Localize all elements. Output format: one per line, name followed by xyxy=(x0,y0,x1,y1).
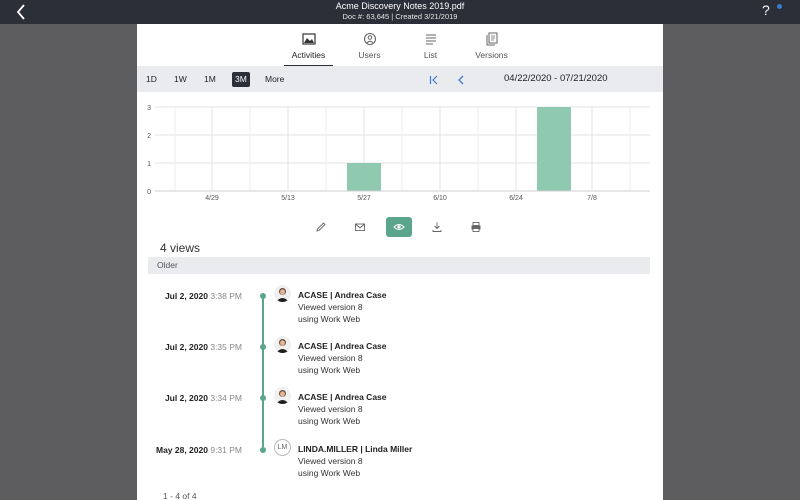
view-filter-button[interactable] xyxy=(386,217,412,237)
avatar xyxy=(274,387,291,404)
tab-users[interactable]: Users xyxy=(346,30,393,66)
pencil-icon xyxy=(316,222,326,232)
list-item: Jul 2, 2020 3:38 PM ACASE | Andrea Case … xyxy=(137,285,663,339)
avatar xyxy=(274,336,291,353)
pagination-label: 1 - 4 of 4 xyxy=(163,491,197,500)
avatar: LM xyxy=(274,439,291,456)
print-icon xyxy=(471,222,481,232)
tab-label: Users xyxy=(358,50,381,60)
list-item: May 28, 2020 9:31 PM LM LINDA.MILLER | L… xyxy=(137,439,663,493)
user-name-link[interactable]: LINDA.MILLER | Linda Miller xyxy=(298,444,412,454)
range-3m-button[interactable]: 3M xyxy=(232,72,250,87)
range-more-button[interactable]: More xyxy=(265,72,284,87)
views-count: 4 views xyxy=(160,241,201,255)
timeline-dot xyxy=(260,395,266,401)
globe-user-icon xyxy=(363,32,377,46)
activity-panel: Activities Users List Versions 1D 1W 1M xyxy=(137,24,663,500)
activity-chart: 0 1 2 3 4/29 5/13 5/27 6/10 6/24 7/8 xyxy=(147,105,650,202)
timeline-dot xyxy=(260,293,266,299)
y-tick-label: 0 xyxy=(147,189,151,196)
previous-range-icon[interactable] xyxy=(455,73,467,85)
x-tick-label: 6/24 xyxy=(509,195,523,202)
timeline-dot xyxy=(260,447,266,453)
question-icon: ? xyxy=(762,2,770,18)
entry-datetime: Jul 2, 2020 3:38 PM xyxy=(164,291,242,301)
user-name-link[interactable]: ACASE | Andrea Case xyxy=(298,290,387,300)
download-filter-button[interactable] xyxy=(424,217,450,237)
y-tick-label: 2 xyxy=(147,133,151,140)
title-bar: Acme Discovery Notes 2019.pdf Doc #: 63,… xyxy=(0,0,800,24)
tab-activities[interactable]: Activities xyxy=(284,30,333,67)
eye-icon xyxy=(393,224,405,230)
group-header-older: Older xyxy=(148,257,650,274)
range-1d-button[interactable]: 1D xyxy=(146,72,157,87)
x-tick-label: 5/13 xyxy=(281,195,295,202)
user-name-link[interactable]: ACASE | Andrea Case xyxy=(298,341,387,351)
date-range-bar: 1D 1W 1M 3M More 04/22/2020 - 07/21/2020 xyxy=(137,66,663,92)
chart-image-icon xyxy=(301,32,316,46)
tab-label: Activities xyxy=(291,50,326,60)
notification-dot xyxy=(776,3,783,10)
avatar xyxy=(274,285,291,302)
client-text: using Work Web xyxy=(298,365,361,375)
entry-datetime: Jul 2, 2020 3:35 PM xyxy=(164,342,242,352)
range-1m-button[interactable]: 1M xyxy=(204,72,216,87)
document-title: Acme Discovery Notes 2019.pdf xyxy=(335,1,465,11)
y-tick-label: 1 xyxy=(147,161,151,168)
activity-filter-toolbar xyxy=(137,217,663,237)
action-text: Viewed version 8 xyxy=(298,302,363,312)
entry-datetime: May 28, 2020 9:31 PM xyxy=(155,445,242,455)
first-page-icon[interactable] xyxy=(428,73,440,85)
email-filter-button[interactable] xyxy=(347,217,373,237)
chart-bar xyxy=(347,163,381,191)
client-text: using Work Web xyxy=(298,468,361,478)
range-1w-button[interactable]: 1W xyxy=(174,72,187,87)
action-text: Viewed version 8 xyxy=(298,353,363,363)
edit-filter-button[interactable] xyxy=(308,217,334,237)
print-filter-button[interactable] xyxy=(463,217,489,237)
client-text: using Work Web xyxy=(298,416,361,426)
x-tick-label: 7/8 xyxy=(587,195,597,202)
action-text: Viewed version 8 xyxy=(298,456,363,466)
x-tick-label: 6/10 xyxy=(433,195,447,202)
client-text: using Work Web xyxy=(298,314,361,324)
download-icon xyxy=(432,222,442,232)
entry-datetime: Jul 2, 2020 3:34 PM xyxy=(164,393,242,403)
x-tick-label: 5/27 xyxy=(357,195,371,202)
tab-versions[interactable]: Versions xyxy=(468,30,515,66)
list-item: Jul 2, 2020 3:35 PM ACASE | Andrea Case … xyxy=(137,336,663,390)
tab-bar: Activities Users List Versions xyxy=(137,30,663,67)
list-item: Jul 2, 2020 3:34 PM ACASE | Andrea Case … xyxy=(137,387,663,441)
tab-label: List xyxy=(423,50,438,60)
list-icon xyxy=(424,32,438,46)
tab-label: Versions xyxy=(475,50,508,60)
timeline-dot xyxy=(260,344,266,350)
tab-list[interactable]: List xyxy=(407,30,454,66)
date-range-label: 04/22/2020 - 07/21/2020 xyxy=(504,73,608,84)
y-tick-label: 3 xyxy=(147,105,151,112)
chart-bar xyxy=(537,107,571,191)
x-tick-label: 4/29 xyxy=(205,195,219,202)
versions-icon xyxy=(485,32,499,46)
mail-icon xyxy=(355,223,365,231)
document-meta: Doc #: 63,645 | Created 3/21/2019 xyxy=(342,12,458,21)
action-text: Viewed version 8 xyxy=(298,404,363,414)
user-name-link[interactable]: ACASE | Andrea Case xyxy=(298,392,387,402)
